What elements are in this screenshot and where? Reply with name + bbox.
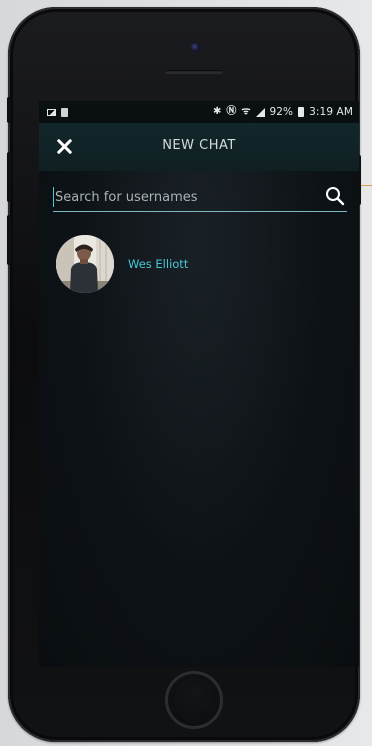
front-camera [191,43,200,52]
search-icon[interactable] [325,186,345,206]
battery-icon [298,107,305,117]
volume-up-button [7,152,11,202]
document-icon [61,107,68,117]
status-right-icons: ✱ Ⓝ ᯤ 92% 3:19 AM [213,106,353,118]
search-bar [53,185,347,212]
bluetooth-icon: ✱ [212,106,222,117]
battery-percent: 92% [269,106,294,118]
page-title: NEW CHAT [162,138,236,153]
phone-screen: ✱ Ⓝ ᯤ 92% 3:19 AM NEW CHAT Search for us… [39,101,359,667]
avatar [56,235,114,293]
list-item[interactable]: Wes Elliott [56,234,336,294]
search-input[interactable] [53,187,319,207]
wifi-icon: ᯤ [241,106,251,117]
image-icon [47,108,56,116]
earpiece-speaker [165,70,223,74]
phone-frame: ✱ Ⓝ ᯤ 92% 3:19 AM NEW CHAT Search for us… [7,7,361,742]
status-left-icons [47,107,68,117]
home-button [165,671,223,729]
app-header: NEW CHAT [39,123,359,171]
screenshot-stage: ✱ Ⓝ ᯤ 92% 3:19 AM NEW CHAT Search for us… [0,0,372,746]
volume-down-button [7,215,11,265]
result-username: Wes Elliott [128,257,189,271]
nfc-icon: Ⓝ [226,106,237,117]
mute-switch [7,97,11,123]
signal-icon [255,107,265,117]
status-bar: ✱ Ⓝ ᯤ 92% 3:19 AM [39,101,359,123]
status-time: 3:19 AM [309,106,353,118]
